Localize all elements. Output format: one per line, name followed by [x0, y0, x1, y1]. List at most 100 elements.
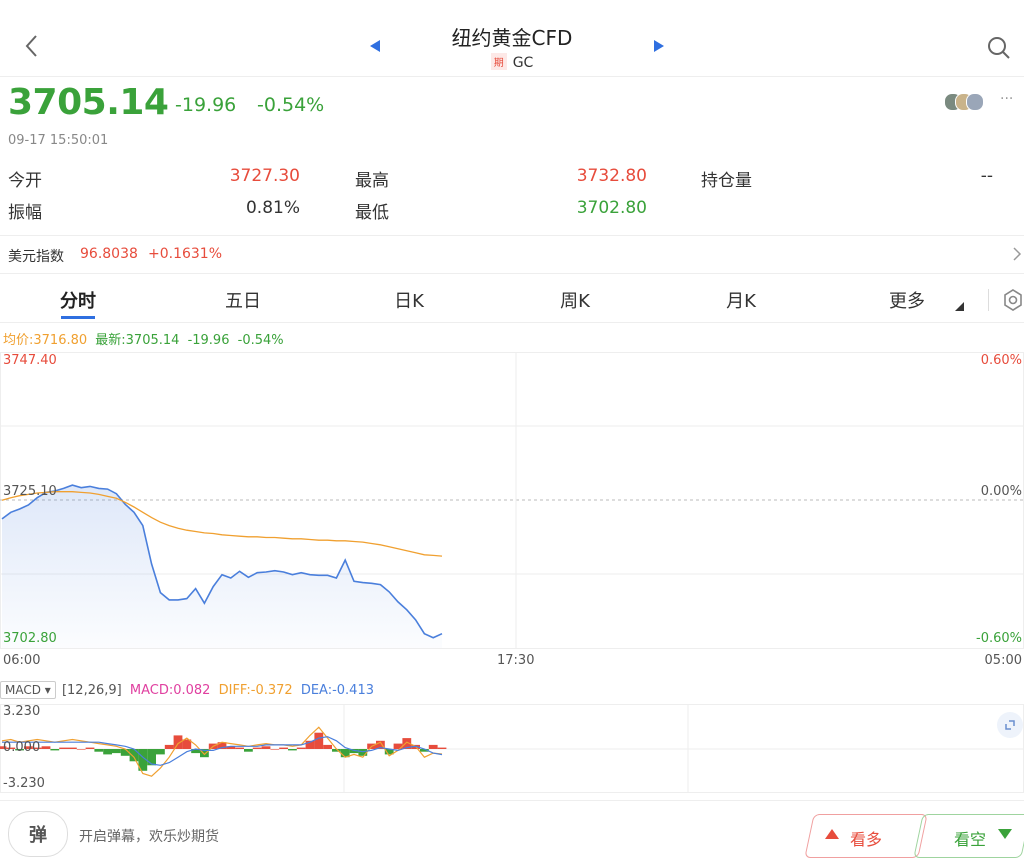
macd-bar	[252, 747, 262, 749]
dea-value: DEA:-0.413	[300, 683, 374, 698]
intraday-price-chart[interactable]	[0, 352, 1024, 650]
code-label: GC	[512, 55, 534, 71]
macd-bar	[358, 749, 368, 756]
macd-bar	[261, 746, 271, 749]
macd-chart[interactable]	[0, 704, 1024, 794]
macd-bar	[147, 749, 156, 766]
macd-chart-series	[0, 726, 447, 777]
low-label: 最低	[355, 203, 389, 223]
macd-bar	[76, 749, 86, 750]
indicator-select-label: MACD	[5, 683, 41, 697]
bullish-label: 看多	[850, 830, 883, 849]
macd-bar	[428, 744, 438, 749]
macd-bar	[41, 746, 51, 749]
high-label: 最高	[355, 171, 389, 191]
macd-bar	[156, 749, 165, 755]
tab-daily-k[interactable]: 日K	[349, 287, 469, 313]
x-axis-end-label: 05:00	[984, 653, 1022, 668]
usd-index-change: +0.1631%	[148, 246, 223, 262]
more-icon[interactable]: ···	[1000, 91, 1013, 107]
macd-value: MACD:0.082	[129, 683, 211, 698]
pct-axis-mid-label: 0.00%	[980, 484, 1022, 499]
avatar	[966, 93, 984, 111]
price-change-pct: -0.54%	[257, 94, 325, 116]
open-value: 3727.30	[229, 166, 300, 186]
high-value: 3732.80	[576, 166, 647, 186]
x-axis-mid-label: 17:30	[497, 653, 535, 668]
tab-more[interactable]: 更多	[847, 287, 967, 313]
up-arrow-icon	[825, 829, 839, 839]
macd-bar	[296, 747, 306, 749]
pct-axis-top-label: 0.60%	[980, 353, 1022, 368]
macd-legend: MACD ▾ [12,26,9] MACD:0.082 DIFF:-0.372 …	[0, 681, 374, 699]
macd-bar	[59, 747, 68, 749]
macd-bar	[314, 732, 324, 749]
macd-y-bottom-label: -3.230	[3, 776, 45, 791]
chart-legend: 均价:3716.80 最新:3705.14 -19.96 -0.54%	[3, 329, 284, 348]
bearish-label: 看空	[954, 830, 987, 849]
expand-chart-button[interactable]	[997, 712, 1023, 738]
futures-badge: 期	[490, 53, 507, 70]
indicator-select[interactable]: MACD ▾	[0, 681, 56, 699]
down-arrow-icon	[998, 829, 1012, 839]
danmaku-icon: 弹	[29, 825, 47, 846]
expand-icon	[1005, 720, 1015, 730]
macd-bar	[85, 747, 95, 749]
pct-axis-bottom-label: -0.60%	[976, 631, 1022, 646]
tab-monthly-k[interactable]: 月K	[681, 287, 801, 313]
page-title: 纽约黄金CFD	[451, 26, 573, 50]
open-interest-value: --	[980, 166, 993, 186]
price-chart-series	[1, 484, 443, 648]
macd-bar	[288, 749, 297, 751]
amplitude-label: 振幅	[8, 203, 42, 223]
tab-intraday[interactable]: 分时	[18, 287, 138, 313]
usd-index-label: 美元指数	[8, 249, 64, 265]
low-value: 3702.80	[576, 198, 647, 218]
macd-bar	[279, 747, 288, 749]
tab-five-day[interactable]: 五日	[183, 287, 303, 313]
quote-time: 09-17 15:50:01	[8, 133, 109, 148]
search-icon[interactable]	[987, 36, 1011, 60]
tab-divider	[988, 289, 989, 311]
y-axis-bottom-label: 3702.80	[3, 631, 57, 646]
macd-bar	[94, 749, 104, 752]
macd-chart-grid	[0, 704, 1024, 793]
next-contract-icon[interactable]	[653, 39, 665, 53]
macd-bar	[68, 747, 77, 749]
diff-line	[1, 726, 443, 777]
macd-bar	[270, 749, 280, 750]
chevron-right-icon	[1013, 247, 1022, 261]
open-label: 今开	[8, 171, 42, 191]
macd-bar	[244, 749, 253, 752]
usd-index-value: 96.8038	[80, 246, 138, 262]
contract-code: 期 GC	[0, 53, 1024, 71]
danmaku-prompt[interactable]: 开启弹幕，欢乐炒期货	[79, 826, 219, 846]
legend-change-pct: -0.54%	[237, 333, 284, 348]
tab-weekly-k[interactable]: 周K	[515, 287, 635, 313]
macd-bar	[50, 749, 60, 751]
y-axis-top-label: 3747.40	[3, 353, 57, 368]
price-change: -19.96	[175, 94, 237, 116]
diff-value: DIFF:-0.372	[218, 683, 293, 698]
y-axis-mid-label: 3725.10	[3, 484, 57, 499]
top-bar: 纽约黄金CFD 期 GC	[0, 0, 1024, 76]
macd-bar	[112, 749, 121, 754]
legend-change: -19.96	[187, 333, 230, 348]
macd-bar	[437, 747, 447, 749]
macd-bar	[164, 744, 174, 749]
macd-y-mid-label: 0.000	[3, 740, 41, 755]
danmaku-toggle[interactable]: 弹	[8, 811, 68, 857]
macd-bar	[103, 749, 112, 755]
macd-bar	[323, 744, 332, 749]
last-price: 3705.14	[8, 82, 169, 123]
settings-icon[interactable]	[1002, 288, 1024, 312]
latest-price-legend: 最新:3705.14	[95, 333, 180, 348]
x-axis-start-label: 06:00	[3, 653, 41, 668]
avg-price-legend: 均价:3716.80	[3, 333, 88, 348]
amplitude-value: 0.81%	[245, 198, 300, 218]
price-area	[2, 485, 442, 648]
open-interest-label: 持仓量	[701, 171, 752, 191]
macd-y-top-label: 3.230	[3, 704, 41, 719]
dropdown-triangle-icon	[955, 302, 964, 311]
tab-active-indicator	[61, 316, 95, 319]
